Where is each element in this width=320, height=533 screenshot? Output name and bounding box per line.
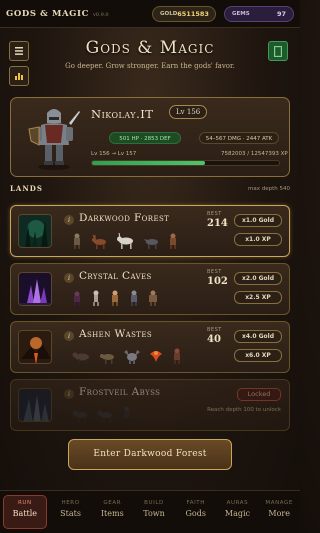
page-title: Gods & Magic [85,38,215,58]
ghoul-icon [131,290,137,306]
tab-gods[interactable]: FAITH Gods [175,491,217,533]
character-name: Nikolay.IT [91,107,154,121]
lands-heading: LANDS [10,184,43,193]
spider-icon [74,291,80,306]
monster-list [71,348,183,364]
hellhound-icon [72,352,89,364]
page-subtitle: Go deeper. Grow stronger. Earn the gods'… [65,62,235,70]
ice-beast-icon [72,410,87,422]
tab-stats[interactable]: HERO Stats [50,491,92,533]
gold-counter: GOLD 6511583 [152,6,216,22]
bar-chart-icon [15,73,23,80]
ashen-wastes-thumbnail [18,330,52,364]
frostveil-abyss-thumbnail [18,388,52,422]
demon-icon [174,348,180,364]
tab-category: MANAGE [265,500,293,506]
tab-label: Items [100,509,124,518]
wolf-icon [144,239,158,249]
tab-category: BUILD [144,500,164,506]
hero-avatar [27,105,81,171]
land-card-ashen-wastes[interactable]: i Ashen Wastes BEST 40 x4.0 Gold x6.0 XP [10,321,290,373]
tab-category: GEAR [103,500,122,506]
dwarf-icon [112,290,118,306]
info-icon: i [64,389,74,399]
max-depth: max depth 540 [248,186,290,192]
deer-icon [92,234,106,249]
frost-wolf-icon [97,410,112,422]
tab-items[interactable]: GEAR Items [91,491,133,533]
tab-label: Battle [12,509,38,518]
best-depth-label: BEST [207,269,222,275]
gold-multiplier: x4.0 Gold [234,330,282,343]
character-card: Nikolay.IT Lv 156 501 HP · 2853 DEF 54–5… [10,97,290,177]
best-depth-value: 40 [207,334,221,345]
tab-label: Stats [60,509,81,518]
gems-label: GEMS [232,11,250,17]
xp-text: 7582003 / 12547393 XP [221,151,288,157]
app-title: GODS & MAGIC [6,8,89,19]
xp-multiplier: x2.5 XP [234,291,282,304]
land-name: Ashen Wastes [79,328,153,340]
crystal-caves-thumbnail [18,272,52,306]
best-depth-value: 214 [207,218,228,229]
land-card-crystal-caves[interactable]: i Crystal Caves BEST 102 x2.0 Gold x2.5 … [10,263,290,315]
tab-battle[interactable]: RUN Battle [3,495,47,529]
tab-label: Gods [185,509,206,518]
gold-multiplier: x1.0 Gold [234,214,282,227]
xp-bar [91,160,280,166]
tab-magic[interactable]: AURAS Magic [217,491,259,533]
xp-bar-fill [92,161,205,165]
xp-multiplier: x6.0 XP [234,349,282,362]
unlock-hint: Reach depth 100 to unlock [207,407,281,413]
tab-category: RUN [17,500,32,506]
dmg-atk-stat: 54–567 DMG · 2447 ATK [199,132,279,144]
darkwood-forest-thumbnail [18,214,52,248]
goblin-icon [170,233,176,249]
app-version: v0.9.0 [92,11,109,18]
locked-badge: Locked [237,388,281,401]
xp-multiplier: x1.0 XP [234,233,282,246]
unicorn-icon [117,232,133,249]
monster-list [71,290,159,306]
tab-category: HERO [61,500,80,506]
level-badge: Lv 156 [169,105,208,119]
land-card-frostveil-abyss: i Frostveil Abyss Locked Reach depth 100… [10,379,290,431]
hp-def-stat: 501 HP · 2853 DEF [109,132,181,144]
gargoyle-icon [124,350,140,364]
tab-label: More [268,509,290,518]
gems-value: 97 [276,10,286,18]
gold-value: 6511583 [177,10,209,18]
golem-icon [149,290,157,306]
wraith-icon [124,406,130,422]
tab-more[interactable]: MANAGE More [258,491,300,533]
phoenix-icon [150,351,162,362]
best-depth-label: BEST [207,211,222,217]
monster-list [71,232,179,249]
monster-list [71,406,133,422]
best-depth-label: BEST [207,327,222,333]
land-name: Darkwood Forest [79,212,170,224]
tab-category: FAITH [186,500,205,506]
level-progress-label: Lv 156 → Lv 157 [91,151,137,157]
land-name: Crystal Caves [79,270,152,282]
info-icon[interactable]: i [64,273,74,283]
gems-counter: GEMS 97 [224,6,294,22]
tab-town[interactable]: BUILD Town [133,491,175,533]
tab-category: AURAS [226,500,249,506]
info-icon[interactable]: i [64,215,74,225]
info-icon[interactable]: i [64,331,74,341]
land-name: Frostveil Abyss [79,386,161,398]
land-card-darkwood-forest[interactable]: i Darkwood Forest BEST 214 x1.0 Gold x1.… [10,205,290,257]
skeleton-icon [93,290,99,306]
best-depth-value: 102 [207,276,228,287]
gold-multiplier: x2.0 Gold [234,272,282,285]
lizard-icon [100,354,114,364]
zombie-icon [74,233,80,249]
enter-land-button[interactable]: Enter Darkwood Forest [68,439,232,470]
tab-label: Town [143,509,165,518]
tab-label: Magic [224,509,251,518]
gold-label: GOLD [160,11,178,17]
bottom-tab-bar: RUN Battle HERO Stats GEAR Items BUILD T… [0,490,300,533]
